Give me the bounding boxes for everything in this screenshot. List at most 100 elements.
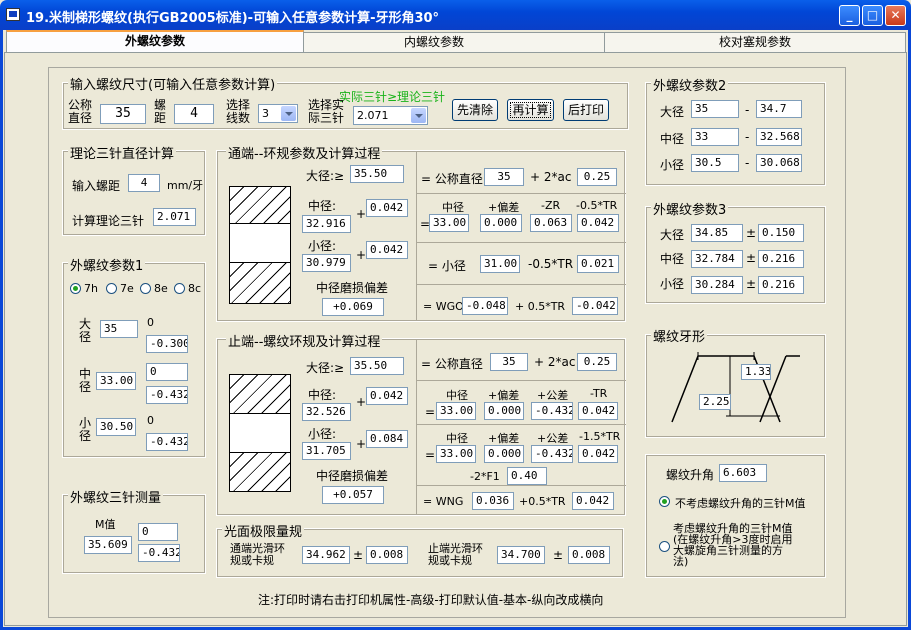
plus-sign: + (356, 437, 367, 451)
print-button[interactable]: 后打印 (563, 99, 609, 121)
radio-no-lead[interactable] (659, 496, 670, 507)
plus-sign: + (356, 207, 367, 221)
go-minor: 30.979 (302, 254, 351, 272)
m-label: M值 (95, 518, 116, 531)
go-r4-op: + 0.5*TR (515, 300, 566, 313)
go-r4-v1: -0.048 (462, 297, 508, 315)
tab-external[interactable]: 外螺纹参数 (6, 30, 304, 52)
pitch-input[interactable]: 4 (174, 104, 214, 124)
wire-hint: 实际三针≥理论三针 (339, 90, 446, 104)
nogo-f1-label: -2*F1 (470, 470, 500, 483)
ext1-pitch-up: 0 (146, 363, 188, 381)
gauge-hatch-top (229, 374, 291, 414)
chevron-down-icon[interactable] (411, 108, 426, 123)
ext2-row1-a: 33 (691, 128, 739, 146)
print-note: 注:打印时请右击打印机属性-高级-打印默认值-基本-纵向改成横向 (258, 593, 604, 607)
wire-meas-title: 外螺纹三针测量 (68, 487, 164, 506)
smooth-title: 光面极限量规 (222, 521, 305, 540)
theory-title: 理论三针直径计算 (68, 143, 177, 162)
divider (416, 485, 626, 486)
wire-label: 选择实 际三针 (308, 98, 345, 125)
tab-plug-gauge[interactable]: 校对塞规参数 (604, 32, 906, 52)
ext1-title: 外螺纹参数1 (68, 255, 146, 274)
nogo-r3-h2: +公差 (537, 432, 569, 445)
smooth-nogo-label: 止端光滑环 规或卡规 (428, 542, 483, 567)
equals-sign: = (425, 405, 436, 419)
ext2-row0-b: 34.7 (756, 100, 802, 118)
go-r3-v2: 0.021 (577, 255, 619, 273)
ext3-sep: ± (746, 277, 757, 291)
nominal-input[interactable]: 35 (100, 104, 146, 124)
lead-value: 6.603 (719, 464, 767, 482)
go-r2-h1: +偏差 (488, 201, 520, 214)
ext1-pitch-input[interactable]: 33.00 (96, 372, 136, 390)
go-r2-h3: -0.5*TR (576, 199, 618, 212)
theory-pitch-input[interactable]: 4 (128, 174, 160, 192)
ext3-row2-label: 小径 (660, 277, 685, 291)
tab-internal[interactable]: 内螺纹参数 (262, 32, 606, 52)
nogo-r4-v2: 0.042 (572, 492, 614, 510)
input-group-title: 输入螺纹尺寸(可输入任意参数计算) (68, 74, 278, 93)
ext1-major-input[interactable]: 35 (100, 320, 138, 338)
clear-button[interactable]: 先清除 (452, 99, 498, 121)
nogo-r3-v0: 33.00 (436, 445, 476, 463)
nogo-r2-h0: 中径 (446, 389, 468, 402)
smooth-go-label: 通端光滑环 规或卡规 (230, 542, 285, 567)
calculate-button[interactable]: 再计算 (507, 99, 554, 121)
ext1-pitch-label: 中 径 (79, 367, 92, 394)
lead-label: 螺纹升角 (666, 468, 715, 482)
plus-minus: ± (553, 548, 564, 562)
gauge-hatch-bottom (229, 262, 291, 304)
plus-sign: + (356, 248, 367, 262)
radio-8c[interactable] (174, 283, 185, 294)
m-value: 35.609 (84, 536, 132, 554)
maximize-button[interactable]: □ (862, 5, 883, 26)
ext2-sep: - (745, 130, 750, 144)
close-button[interactable]: ✕ (885, 5, 906, 26)
m-low: -0.432 (138, 544, 180, 562)
smooth-go-value: 34.962 (302, 546, 350, 564)
radio-7e[interactable] (106, 283, 117, 294)
go-pitch-label: 中径: (308, 199, 337, 213)
app-icon (6, 8, 20, 21)
wire-select[interactable]: 2.071 (353, 106, 428, 125)
go-wear-label: 中径磨损偏差 (316, 281, 389, 295)
ext2-row1-label: 中径 (660, 132, 685, 146)
ext3-row0-label: 大径 (660, 228, 685, 242)
divider (416, 424, 626, 425)
ext1-major-label: 大 径 (79, 317, 92, 344)
nogo-pitch-plus: 0.042 (366, 387, 408, 405)
go-r1-v2: 0.25 (577, 168, 617, 186)
gauge-hatch-bottom (229, 452, 291, 492)
nogo-r4-eq: = WNG (423, 495, 464, 508)
divider (416, 152, 417, 320)
ext3-sep: ± (746, 251, 757, 265)
window-title: 19.米制梯形螺纹(执行GB2005标准)-可输入任意参数计算-牙形角30° (26, 11, 440, 26)
ext2-sep: - (745, 103, 750, 117)
minimize-button[interactable]: _ (839, 5, 860, 26)
ext2-row0-a: 35 (691, 100, 739, 118)
go-r3-eq: = 小径 (428, 259, 466, 273)
ext3-row0-b: 0.150 (758, 224, 804, 242)
radio-with-lead[interactable] (659, 541, 670, 552)
ext2-sep: - (745, 156, 750, 170)
go-title: 通端--环规参数及计算过程 (226, 143, 383, 162)
nogo-pitch-label: 中径: (308, 388, 337, 402)
starts-select[interactable]: 3 (258, 104, 298, 123)
ext3-row1-label: 中径 (660, 252, 685, 266)
nogo-r3-v2: -0.432 (531, 445, 573, 463)
go-r3-op: -0.5*TR (528, 257, 574, 271)
nogo-r4-op: +0.5*TR (519, 495, 566, 508)
ext1-major-low: -0.300 (146, 335, 188, 353)
radio-8e[interactable] (140, 283, 151, 294)
ext1-minor-input[interactable]: 30.50 (96, 418, 136, 436)
radio-7h[interactable] (70, 283, 81, 294)
smooth-go-tol: 0.008 (366, 546, 408, 564)
nogo-r4-v1: 0.036 (472, 492, 514, 510)
chevron-down-icon[interactable] (281, 106, 296, 121)
wire-meas-group (62, 494, 206, 574)
profile-title: 螺纹牙形 (651, 326, 708, 345)
nogo-r3-h0: 中径 (446, 432, 468, 445)
nogo-minor: 31.705 (302, 442, 351, 460)
ext2-row2-b: 30.068 (756, 154, 802, 172)
